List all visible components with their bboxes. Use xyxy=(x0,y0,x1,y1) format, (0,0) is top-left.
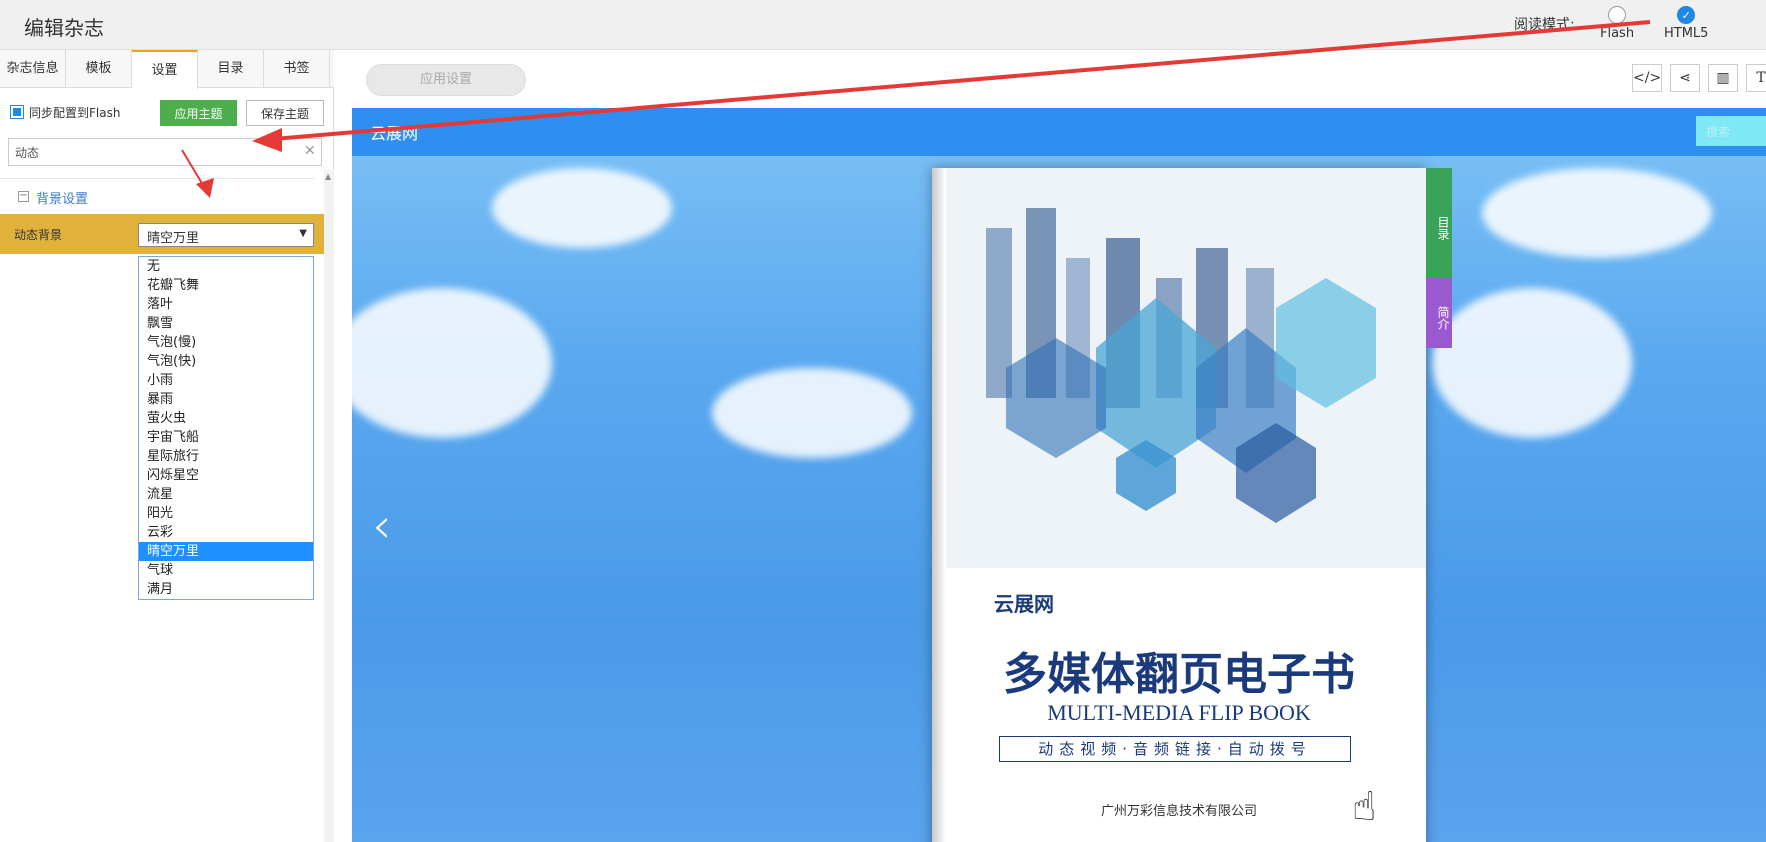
select-value: 晴空万里 xyxy=(147,231,200,246)
dropdown-option[interactable]: 阳光 xyxy=(139,504,313,523)
previous-page-icon[interactable]: ‹ xyxy=(372,498,391,554)
tab-bookmarks[interactable]: 书签 xyxy=(264,50,330,88)
layout-icon[interactable]: ▥ xyxy=(1708,64,1738,92)
collapse-icon[interactable]: − xyxy=(18,191,29,202)
settings-actions: 同步配置到Flash 应用主题 保存主题 xyxy=(10,100,324,126)
flipbook-preview: 云展网 搜索 ‹ 云展网 多媒体翻页电子书 MULTI-MEDIA FLIP B… xyxy=(352,108,1766,842)
dynamic-background-select[interactable]: 晴空万里 ▼ xyxy=(138,223,314,247)
tab-template[interactable]: 模板 xyxy=(66,50,132,88)
share-icon[interactable]: ⋖ xyxy=(1670,64,1700,92)
sync-flash-label: 同步配置到Flash xyxy=(29,106,121,120)
dropdown-option[interactable]: 晴空万里 xyxy=(139,542,313,561)
preview-search-input[interactable]: 搜索 xyxy=(1696,116,1766,146)
dynamic-background-row: 动态背景 晴空万里 ▼ xyxy=(0,214,330,254)
preview-header: 云展网 搜索 xyxy=(352,108,1766,156)
background-settings-section[interactable]: − 背景设置 xyxy=(0,178,314,214)
tab-magazine-info[interactable]: 杂志信息 xyxy=(0,50,66,88)
cloud xyxy=(492,168,672,248)
dropdown-option[interactable]: 气球 xyxy=(139,561,313,580)
dropdown-option[interactable]: 暴雨 xyxy=(139,390,313,409)
settings-search-input[interactable]: 动态 xyxy=(8,138,322,166)
dropdown-option[interactable]: 流星 xyxy=(139,485,313,504)
panel-scrollbar[interactable] xyxy=(324,170,334,842)
apply-settings-button[interactable]: 应用设置 xyxy=(366,64,526,96)
dropdown-option[interactable]: 气泡(快) xyxy=(139,352,313,371)
dropdown-option[interactable]: 闪烁星空 xyxy=(139,466,313,485)
side-tab-intro[interactable]: 简介 xyxy=(1426,278,1452,348)
code-icon[interactable]: </> xyxy=(1632,64,1662,92)
cover-subtitle: MULTI-MEDIA FLIP BOOK xyxy=(1047,700,1311,725)
tab-settings[interactable]: 设置 xyxy=(132,50,198,89)
book-spine xyxy=(932,168,946,842)
dynamic-background-dropdown: 无花瓣飞舞 落叶 飘雪 气泡(慢) 气泡(快) 小雨 暴雨 萤火虫 宇宙飞船 星际旅行 闪烁星空 流星… xyxy=(138,256,314,600)
cloud xyxy=(712,368,912,458)
cover-tagline: 动态视频·音频链接·自动拨号 xyxy=(999,736,1351,762)
read-mode-flash-label: Flash xyxy=(1600,26,1635,41)
dropdown-option[interactable]: 宇宙飞船 xyxy=(139,428,313,447)
text-icon[interactable]: T xyxy=(1746,64,1766,92)
dropdown-option[interactable]: 气泡(慢) xyxy=(139,333,313,352)
tab-toc[interactable]: 目录 xyxy=(198,50,264,88)
dropdown-option[interactable]: 满月 xyxy=(139,580,313,599)
cover-artwork xyxy=(946,168,1426,568)
preview-logo: 云展网 xyxy=(370,124,419,143)
book-cover[interactable]: 云展网 多媒体翻页电子书 MULTI-MEDIA FLIP BOOK 动态视频·… xyxy=(932,168,1426,842)
check-icon: ✓ xyxy=(1677,6,1696,24)
dropdown-option[interactable]: 无 xyxy=(139,257,313,276)
read-mode-label: 阅读模式: xyxy=(1514,17,1575,33)
dynamic-background-label: 动态背景 xyxy=(14,228,63,242)
read-mode-html5-radio[interactable]: ✓ HTML5 xyxy=(1664,6,1708,41)
dropdown-option[interactable]: 星际旅行 xyxy=(139,447,313,466)
dropdown-arrow-icon: ▼ xyxy=(299,228,307,239)
scroll-up-icon[interactable]: ▲ xyxy=(325,172,331,181)
hand-pointer-icon: ☝ xyxy=(1352,784,1377,830)
dropdown-option[interactable]: 飘雪 xyxy=(139,314,313,333)
settings-panel: 杂志信息 模板 设置 目录 书签 同步配置到Flash 应用主题 保存主题 动态… xyxy=(0,50,334,842)
tool-icons: </> ⋖ ▥ T ⤓ xyxy=(1632,64,1766,92)
cover-logo: 云展网 xyxy=(994,592,1054,616)
dropdown-option[interactable]: 小雨 xyxy=(139,371,313,390)
cloud xyxy=(1432,288,1632,438)
dropdown-option[interactable]: 云彩 xyxy=(139,523,313,542)
cover-title: 多媒体翻页电子书 xyxy=(1003,649,1355,700)
cloud xyxy=(352,288,552,438)
tab-bar: 杂志信息 模板 设置 目录 书签 xyxy=(0,50,334,89)
read-mode-flash-radio[interactable]: Flash xyxy=(1600,6,1634,41)
dropdown-option[interactable]: 花瓣飞舞 xyxy=(139,276,313,295)
preview-area: 应用设置 </> ⋖ ▥ T ⤓ 云展网 搜索 ‹ xyxy=(352,50,1766,842)
dropdown-option[interactable]: 萤火虫 xyxy=(139,409,313,428)
top-bar: 编辑杂志 阅读模式: Flash ✓ HTML5 xyxy=(0,0,1766,50)
dropdown-option[interactable]: 落叶 xyxy=(139,295,313,314)
apply-theme-button[interactable]: 应用主题 xyxy=(160,100,237,126)
radio-icon xyxy=(1608,6,1627,24)
cloud xyxy=(1482,168,1712,258)
section-title: 背景设置 xyxy=(36,192,89,207)
read-mode-html5-label: HTML5 xyxy=(1664,26,1709,41)
clear-icon[interactable]: ✕ xyxy=(304,143,316,159)
side-tab-toc[interactable]: 目录 xyxy=(1426,168,1452,278)
save-theme-button[interactable]: 保存主题 xyxy=(246,100,324,126)
page-title: 编辑杂志 xyxy=(24,16,104,40)
sync-flash-checkbox[interactable] xyxy=(10,105,24,119)
